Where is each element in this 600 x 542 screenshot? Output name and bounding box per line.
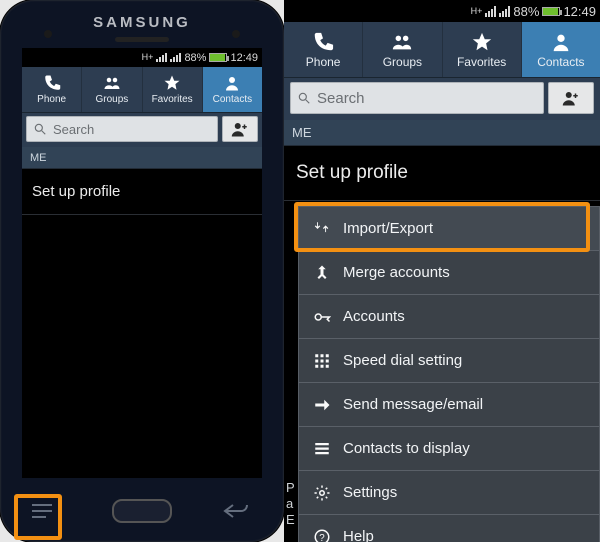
search-input[interactable]: Search — [290, 82, 544, 114]
contacts-tabbar: Phone Groups Favorites Contacts — [284, 22, 600, 78]
setup-profile-row[interactable]: Set up profile — [22, 169, 262, 215]
search-icon — [297, 91, 311, 105]
menu-settings[interactable]: Settings — [299, 471, 599, 515]
tab-groups[interactable]: Groups — [82, 67, 142, 112]
context-menu: Import/Export Merge accounts Accounts Sp… — [298, 206, 600, 542]
svg-text:?: ? — [319, 532, 325, 542]
home-button[interactable] — [112, 499, 172, 523]
menu-label: Speed dial setting — [343, 352, 462, 369]
tab-label: Groups — [95, 94, 128, 105]
star-icon — [163, 74, 181, 92]
network-type: H+ — [142, 53, 154, 62]
tab-contacts[interactable]: Contacts — [522, 22, 600, 77]
battery-icon — [542, 7, 560, 16]
status-bar: H+ 88% 12:49 — [284, 0, 600, 22]
groups-icon — [103, 74, 121, 92]
phone-screen-enlarged: H+ 88% 12:49 Phone Groups Favorites — [284, 0, 600, 542]
phone-icon — [43, 74, 61, 92]
menu-label: Merge accounts — [343, 264, 450, 281]
network-type: H+ — [471, 7, 483, 16]
menu-label: Contacts to display — [343, 440, 470, 457]
section-header-me: ME — [284, 120, 600, 146]
arrow-right-icon — [313, 396, 331, 414]
add-contact-button[interactable] — [548, 82, 594, 114]
person-icon — [550, 31, 572, 53]
device-brand: SAMSUNG — [93, 14, 191, 31]
tab-phone[interactable]: Phone — [22, 67, 82, 112]
phone-screen: H+ 88% 12:49 Phone Groups — [22, 48, 262, 478]
back-icon — [223, 502, 249, 520]
tab-groups[interactable]: Groups — [363, 22, 442, 77]
menu-speed-dial[interactable]: Speed dial setting — [299, 339, 599, 383]
phone-icon — [312, 31, 334, 53]
menu-send-message[interactable]: Send message/email — [299, 383, 599, 427]
battery-pct: 88% — [184, 52, 206, 64]
highlight-menu-softkey — [14, 494, 62, 540]
tab-label: Phone — [306, 55, 341, 69]
gear-icon — [313, 484, 331, 502]
menu-merge-accounts[interactable]: Merge accounts — [299, 251, 599, 295]
menu-label: Send message/email — [343, 396, 483, 413]
status-bar: H+ 88% 12:49 — [22, 48, 262, 67]
tab-label: Contacts — [213, 94, 252, 105]
battery-pct: 88% — [513, 4, 539, 19]
menu-label: Accounts — [343, 308, 405, 325]
search-row: Search — [284, 78, 600, 120]
battery-icon — [209, 53, 227, 62]
person-icon — [223, 74, 241, 92]
menu-label: Import/Export — [343, 220, 433, 237]
search-icon — [33, 122, 47, 136]
tab-favorites[interactable]: Favorites — [143, 67, 203, 112]
tab-label: Groups — [383, 55, 422, 69]
signal-icon — [156, 53, 167, 62]
add-person-icon — [231, 120, 249, 138]
add-person-icon — [562, 89, 580, 107]
wifi-signal-icon — [499, 6, 510, 17]
front-camera — [44, 30, 52, 38]
clock: 12:49 — [563, 4, 596, 19]
help-icon: ? — [313, 528, 331, 542]
menu-label: Help — [343, 528, 374, 542]
tab-label: Contacts — [537, 55, 584, 69]
search-input[interactable]: Search — [26, 116, 218, 142]
search-row: Search — [22, 113, 262, 147]
wifi-signal-icon — [170, 53, 181, 62]
truncated-text-left-edge: P a E — [286, 480, 295, 528]
menu-contacts-display[interactable]: Contacts to display — [299, 427, 599, 471]
menu-label: Settings — [343, 484, 397, 501]
section-header-me: ME — [22, 147, 262, 169]
sensor-dot — [232, 30, 240, 38]
tab-contacts[interactable]: Contacts — [203, 67, 262, 112]
tab-favorites[interactable]: Favorites — [443, 22, 522, 77]
menu-help[interactable]: ? Help — [299, 515, 599, 542]
search-placeholder: Search — [317, 90, 365, 107]
menu-import-export[interactable]: Import/Export — [299, 207, 599, 251]
import-export-icon — [313, 220, 331, 238]
contacts-tabbar: Phone Groups Favorites Contacts — [22, 67, 262, 113]
phone-device-frame: SAMSUNG H+ 88% 12:49 Phone — [0, 0, 284, 542]
list-icon — [313, 440, 331, 458]
groups-icon — [391, 31, 413, 53]
tab-label: Phone — [37, 94, 66, 105]
earpiece — [115, 37, 169, 42]
merge-icon — [313, 264, 331, 282]
star-icon — [471, 31, 493, 53]
key-icon — [313, 308, 331, 326]
tab-label: Favorites — [152, 94, 193, 105]
menu-accounts[interactable]: Accounts — [299, 295, 599, 339]
clock: 12:49 — [230, 52, 258, 64]
add-contact-button[interactable] — [222, 116, 258, 142]
search-placeholder: Search — [53, 122, 94, 137]
setup-profile-row[interactable]: Set up profile — [284, 146, 600, 201]
signal-icon — [485, 6, 496, 17]
tab-label: Favorites — [457, 55, 506, 69]
back-softkey[interactable] — [218, 493, 254, 529]
dialpad-icon — [313, 352, 331, 370]
tab-phone[interactable]: Phone — [284, 22, 363, 77]
